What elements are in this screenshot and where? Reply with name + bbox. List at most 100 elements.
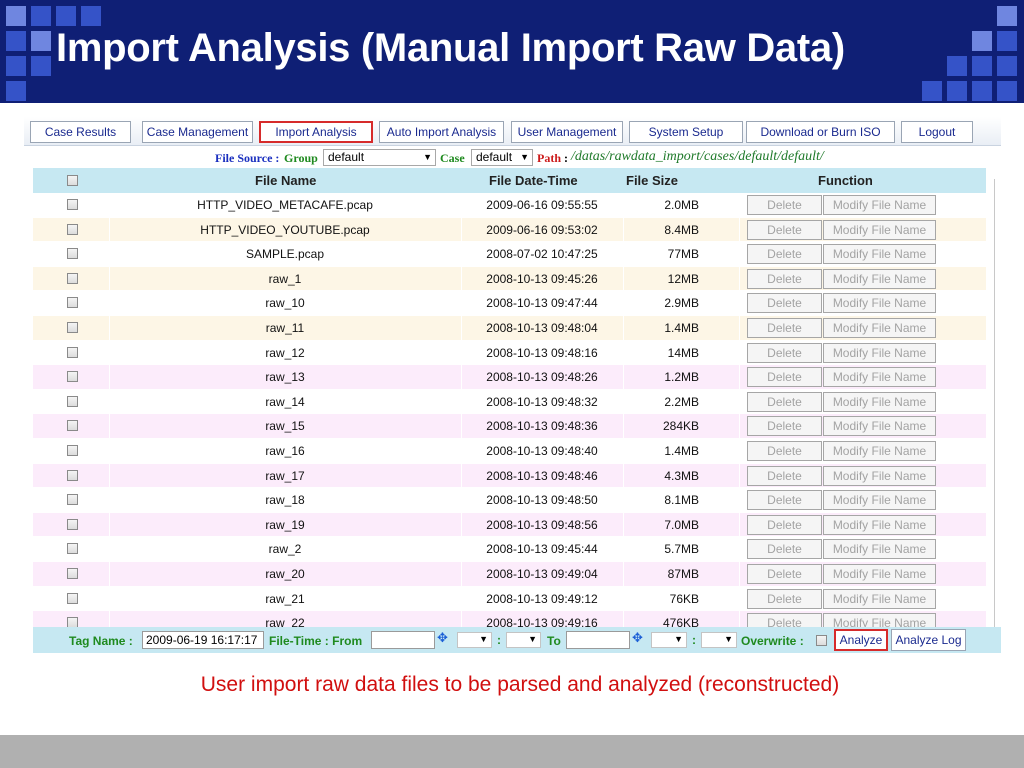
- menu-logout[interactable]: Logout: [901, 121, 973, 143]
- case-select[interactable]: default ▼: [471, 149, 533, 166]
- from-minute-select[interactable]: ▼: [506, 632, 541, 648]
- from-hour-select[interactable]: ▼: [457, 632, 492, 648]
- banner-decor-square: [31, 6, 51, 26]
- file-time-from-label: File-Time : From: [269, 634, 363, 648]
- menu-import-analysis[interactable]: Import Analysis: [259, 121, 373, 143]
- modify-file-name-button[interactable]: Modify File Name: [823, 367, 936, 388]
- file-name-cell: raw_16: [265, 443, 305, 458]
- delete-button[interactable]: Delete: [747, 317, 822, 338]
- row-checkbox[interactable]: [67, 395, 78, 407]
- row-checkbox[interactable]: [67, 199, 78, 210]
- modify-file-name-button[interactable]: Modify File Name: [823, 244, 936, 265]
- table-row: HTTP_VIDEO_METACAFE.pcap 2009-06-16 09:55…: [33, 193, 986, 218]
- modify-file-name-button[interactable]: Modify File Name: [823, 219, 936, 240]
- delete-button[interactable]: Delete: [747, 219, 822, 240]
- banner-decor-square: [972, 31, 992, 51]
- delete-button[interactable]: Delete: [747, 416, 822, 437]
- delete-button[interactable]: Delete: [747, 342, 822, 363]
- modify-file-name-button[interactable]: Modify File Name: [823, 588, 936, 609]
- delete-button[interactable]: Delete: [747, 367, 822, 388]
- menu-user-management[interactable]: User Management: [511, 121, 623, 143]
- row-checkbox[interactable]: [67, 518, 78, 530]
- row-checkbox[interactable]: [67, 592, 78, 604]
- banner-decor-square: [972, 81, 992, 101]
- delete-button[interactable]: Delete: [747, 391, 822, 412]
- modify-file-name-button[interactable]: Modify File Name: [823, 391, 936, 412]
- tag-name-label: Tag Name :: [69, 634, 133, 648]
- file-date-cell: 2008-07-02 10:47:25: [486, 247, 598, 262]
- delete-button[interactable]: Delete: [747, 195, 822, 215]
- row-checkbox[interactable]: [67, 371, 78, 383]
- delete-button[interactable]: Delete: [747, 514, 822, 535]
- column-divider: [739, 266, 740, 291]
- row-checkbox[interactable]: [67, 346, 78, 358]
- delete-button[interactable]: Delete: [747, 490, 822, 511]
- select-all-checkbox[interactable]: [67, 175, 78, 186]
- to-minute-select[interactable]: ▼: [701, 632, 737, 648]
- modify-file-name-button[interactable]: Modify File Name: [823, 195, 936, 215]
- group-select[interactable]: default ▼: [323, 149, 436, 166]
- row-checkbox[interactable]: [67, 272, 78, 284]
- modify-file-name-button[interactable]: Modify File Name: [823, 563, 936, 584]
- banner-decor-square: [31, 56, 51, 76]
- file-date-cell: 2008-10-13 09:45:26: [486, 271, 598, 286]
- file-date-cell: 2008-10-13 09:45:44: [486, 542, 598, 557]
- delete-button[interactable]: Delete: [747, 563, 822, 584]
- to-hour-select[interactable]: ▼: [651, 632, 687, 648]
- calendar-icon[interactable]: ✥: [632, 631, 646, 645]
- table-row: raw_16 2008-10-13 09:48:40 1.4MB Delete Modi…: [33, 438, 986, 464]
- menu-auto-import-analysis[interactable]: Auto Import Analysis: [379, 121, 504, 143]
- tag-name-input[interactable]: 2009-06-19 16:17:17: [142, 631, 264, 649]
- menu-case-results[interactable]: Case Results: [30, 121, 131, 143]
- menu-bar: Case Results Case Management Import Anal…: [24, 117, 1001, 146]
- row-checkbox[interactable]: [67, 494, 78, 506]
- file-date-cell: 2008-10-13 09:47:44: [486, 296, 598, 311]
- delete-button[interactable]: Delete: [747, 440, 822, 461]
- overwrite-label: Overwrite :: [741, 634, 804, 648]
- modify-file-name-button[interactable]: Modify File Name: [823, 514, 936, 535]
- modify-file-name-button[interactable]: Modify File Name: [823, 293, 936, 314]
- to-date-input[interactable]: [566, 631, 630, 649]
- from-date-input[interactable]: [371, 631, 435, 649]
- modify-file-name-button[interactable]: Modify File Name: [823, 490, 936, 511]
- row-checkbox[interactable]: [67, 223, 78, 235]
- delete-button[interactable]: Delete: [747, 293, 822, 314]
- menu-system-setup[interactable]: System Setup: [629, 121, 743, 143]
- row-checkbox[interactable]: [67, 321, 78, 333]
- row-checkbox[interactable]: [67, 248, 78, 260]
- delete-button[interactable]: Delete: [747, 465, 822, 486]
- row-checkbox[interactable]: [67, 420, 78, 432]
- modify-file-name-button[interactable]: Modify File Name: [823, 539, 936, 560]
- column-divider: [739, 291, 740, 315]
- modify-file-name-button[interactable]: Modify File Name: [823, 416, 936, 437]
- table-row: HTTP_VIDEO_YOUTUBE.pcap 2009-06-16 09:53:…: [33, 217, 986, 243]
- delete-button[interactable]: Delete: [747, 588, 822, 609]
- menu-download-burn-iso[interactable]: Download or Burn ISO: [746, 121, 895, 143]
- modify-file-name-button[interactable]: Modify File Name: [823, 440, 936, 461]
- row-checkbox[interactable]: [67, 469, 78, 481]
- header-file-size: File Size: [626, 173, 679, 188]
- table-row: raw_19 2008-10-13 09:48:56 7.0MB Delete Modi…: [33, 512, 986, 538]
- file-source-row: File Source : Group default ▼ Case defau…: [24, 148, 1001, 168]
- delete-button[interactable]: Delete: [747, 268, 822, 289]
- modify-file-name-button[interactable]: Modify File Name: [823, 465, 936, 486]
- file-date-cell: 2008-10-13 09:48:16: [486, 345, 598, 360]
- row-checkbox[interactable]: [67, 444, 78, 456]
- row-checkbox[interactable]: [67, 297, 78, 309]
- delete-button[interactable]: Delete: [747, 244, 822, 265]
- file-date-cell: 2008-10-13 09:48:36: [486, 419, 598, 434]
- menu-case-management[interactable]: Case Management: [142, 121, 253, 143]
- row-checkbox[interactable]: [67, 543, 78, 555]
- analyze-button[interactable]: Analyze: [834, 629, 888, 651]
- analyze-log-button[interactable]: Analyze Log: [891, 629, 966, 651]
- modify-file-name-button[interactable]: Modify File Name: [823, 317, 936, 338]
- overwrite-checkbox[interactable]: [816, 635, 827, 646]
- table-row: raw_21 2008-10-13 09:49:12 76KB Delete Modif…: [33, 586, 986, 612]
- delete-button[interactable]: Delete: [747, 539, 822, 560]
- row-checkbox[interactable]: [67, 567, 78, 579]
- modify-file-name-button[interactable]: Modify File Name: [823, 342, 936, 363]
- modify-file-name-button[interactable]: Modify File Name: [823, 268, 936, 289]
- calendar-icon[interactable]: ✥: [437, 631, 451, 645]
- table-scrollbar[interactable]: [994, 179, 1000, 629]
- file-size-cell: 12MB: [667, 271, 699, 286]
